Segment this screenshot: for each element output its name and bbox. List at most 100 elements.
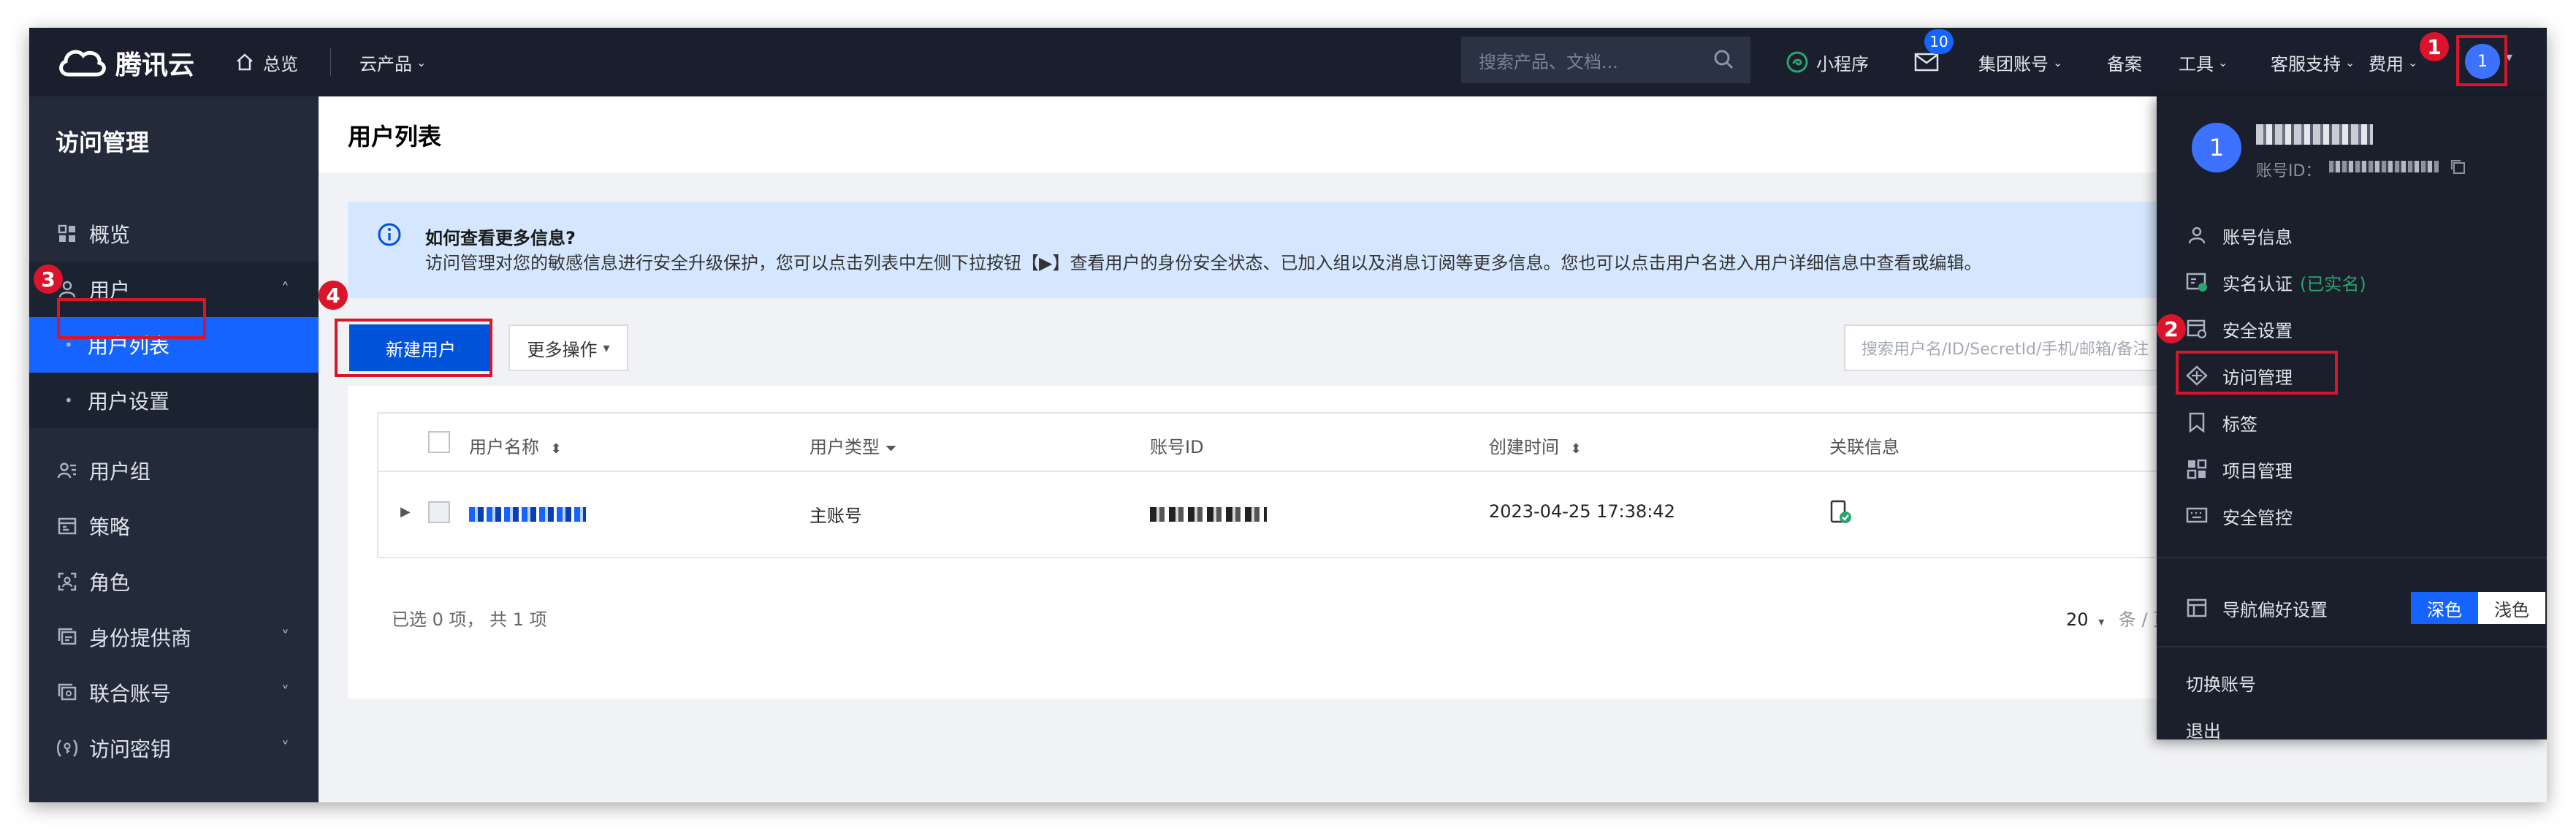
account-name-redacted [2256, 124, 2373, 145]
sidebar-item-federated-accounts[interactable]: 联合账号 ˅ [29, 665, 319, 720]
search-icon[interactable] [1712, 48, 1734, 70]
created-time-cell: 2023-04-25 17:38:42 [1489, 501, 1675, 522]
support-menu[interactable]: 客服支持 ⌄ [2271, 28, 2355, 96]
user-table: 用户名称 ⬍ 用户类型 ⏷ 账号ID 创建时间 ⬍ 关联信息 ▶ 主账号 202… [377, 412, 2247, 558]
menu-item-real-name-verification[interactable]: 实名认证 (已实名) [2186, 262, 2366, 303]
group-account-label: 集团账号 [1978, 53, 2049, 75]
brand-name: 腾讯云 [115, 50, 195, 80]
sidebar-item-label: 用户组 [89, 460, 151, 484]
sidebar-item-label: 身份提供商 [89, 626, 192, 650]
sidebar-item-user-settings[interactable]: • 用户设置 [29, 373, 319, 428]
menu-item-label: 导航偏好设置 [2222, 599, 2328, 620]
layout-icon [2186, 597, 2208, 619]
global-search-input[interactable]: 搜索产品、文档... [1461, 37, 1750, 83]
keyboard-icon [2186, 505, 2208, 527]
billing-menu[interactable]: 费用 ⌄ [2369, 28, 2417, 96]
sidebar-title: 访问管理 [56, 129, 150, 156]
select-all-checkbox[interactable] [428, 431, 450, 453]
info-title: 如何查看更多信息? [425, 228, 576, 248]
sidebar-item-policies[interactable]: 策略 [29, 498, 319, 554]
mail-count-badge: 10 [1924, 29, 1954, 54]
menu-item-switch-account[interactable]: 切换账号 [2186, 662, 2256, 703]
support-label: 客服支持 [2271, 53, 2341, 75]
menu-item-project-management[interactable]: 项目管理 [2186, 449, 2293, 490]
miniapp-link[interactable]: 小程序 [1786, 28, 1869, 96]
miniapp-label: 小程序 [1816, 53, 1869, 75]
filing-link[interactable]: 备案 [2107, 28, 2142, 96]
id-card-icon [2186, 271, 2208, 293]
verified-status: (已实名) [2300, 273, 2366, 294]
page-title: 用户列表 [348, 123, 442, 151]
menu-item-label: 标签 [2222, 414, 2257, 435]
user-table-panel: 用户名称 ⬍ 用户类型 ⏷ 账号ID 创建时间 ⬍ 关联信息 ▶ 主账号 202… [348, 386, 2247, 699]
nav-divider [330, 48, 331, 76]
filter-icon[interactable]: ⏷ [885, 439, 897, 457]
menu-item-logout[interactable]: 退出 [2186, 709, 2221, 750]
security-settings-icon [2186, 318, 2208, 340]
caret-down-icon: ▾ [2098, 615, 2105, 628]
sidebar-item-label: 策略 [89, 515, 131, 539]
info-banner: 如何查看更多信息? 访问管理对您的敏感信息进行安全升级保护，您可以点击列表中左侧… [348, 202, 2247, 298]
sidebar-item-overview[interactable]: 概览 [29, 206, 319, 262]
menu-item-nav-preferences: 导航偏好设置 [2186, 587, 2328, 628]
chevron-down-icon: ˅ [281, 739, 289, 758]
sidebar-item-access-keys[interactable]: 访问密钥 ˅ [29, 720, 319, 776]
theme-light-button[interactable]: 浅色 [2478, 592, 2545, 624]
grid-icon [56, 222, 79, 246]
menu-item-account-info[interactable]: 账号信息 [2186, 215, 2293, 256]
search-placeholder: 搜索产品、文档... [1479, 51, 1618, 72]
user-type-cell: 主账号 [809, 506, 862, 526]
expand-row-icon[interactable]: ▶ [400, 504, 411, 520]
menu-item-security-control[interactable]: 安全管控 [2186, 495, 2293, 536]
tools-label: 工具 [2179, 53, 2214, 75]
overview-link[interactable]: 总览 [234, 28, 298, 96]
miniapp-icon [1786, 51, 1808, 73]
page-size-select[interactable]: 20 ▾ 条 / 页 [2066, 605, 2171, 631]
chevron-down-icon: ⌄ [2218, 55, 2228, 69]
sidebar-item-label: 联合账号 [89, 682, 172, 706]
sidebar-item-roles[interactable]: 角色 [29, 554, 319, 609]
project-icon [2186, 458, 2208, 480]
chevron-up-icon: ˄ [281, 280, 289, 299]
more-actions-dropdown[interactable]: 更多操作 ▾ [508, 324, 628, 371]
user-group-icon [56, 459, 79, 482]
theme-toggle: 深色 浅色 [2411, 592, 2545, 624]
copy-icon[interactable] [2449, 158, 2466, 175]
menu-divider [2157, 557, 2547, 558]
account-id-cell [1150, 507, 1267, 522]
filing-label: 备案 [2107, 53, 2142, 75]
menu-divider [2157, 646, 2547, 647]
menu-item-tags[interactable]: 标签 [2186, 402, 2257, 443]
menu-item-label: 账号信息 [2222, 227, 2293, 248]
sidebar-item-user-groups[interactable]: 用户组 [29, 443, 319, 498]
group-account-menu[interactable]: 集团账号 ⌄ [1978, 28, 2062, 96]
column-header-user-type[interactable]: 用户类型 ⏷ [809, 433, 897, 458]
tencent-cloud-logo[interactable]: 腾讯云 [56, 44, 194, 82]
column-header-created-time[interactable]: 创建时间 ⬍ [1489, 433, 1582, 458]
user-search-input[interactable]: 搜索用户名/ID/SecretId/手机/邮箱/备注 [1844, 324, 2195, 371]
products-menu[interactable]: 云产品 ⌄ [359, 28, 426, 96]
home-icon [237, 53, 253, 71]
row-checkbox[interactable] [428, 501, 450, 523]
key-icon [56, 737, 79, 760]
role-icon [56, 570, 79, 593]
theme-dark-button[interactable]: 深色 [2411, 592, 2478, 624]
username-link[interactable] [469, 507, 586, 522]
menu-item-label: 安全管控 [2222, 507, 2293, 528]
annotation-box-1 [2456, 35, 2507, 86]
policy-icon [56, 514, 79, 538]
annotation-marker-4: 4 [319, 281, 348, 310]
selection-summary: 已选 0 项， 共 1 项 [392, 609, 547, 630]
tools-menu[interactable]: 工具 ⌄ [2179, 28, 2228, 96]
menu-item-security-settings[interactable]: 安全设置 [2186, 308, 2293, 349]
sort-icon[interactable]: ⬍ [551, 441, 562, 457]
info-icon [378, 223, 401, 246]
sidebar-item-identity-providers[interactable]: 身份提供商 ˅ [29, 609, 319, 665]
bullet-icon: • [64, 392, 73, 409]
sort-icon[interactable]: ⬍ [1571, 441, 1582, 457]
column-header-username[interactable]: 用户名称 ⬍ [469, 433, 562, 458]
annotation-marker-2: 2 [2157, 314, 2186, 343]
info-text: 访问管理对您的敏感信息进行安全升级保护，您可以点击列表中左侧下拉按钮【▶】查看用… [425, 253, 1982, 273]
sidebar-item-label: 用户设置 [88, 389, 170, 414]
billing-label: 费用 [2369, 53, 2404, 75]
